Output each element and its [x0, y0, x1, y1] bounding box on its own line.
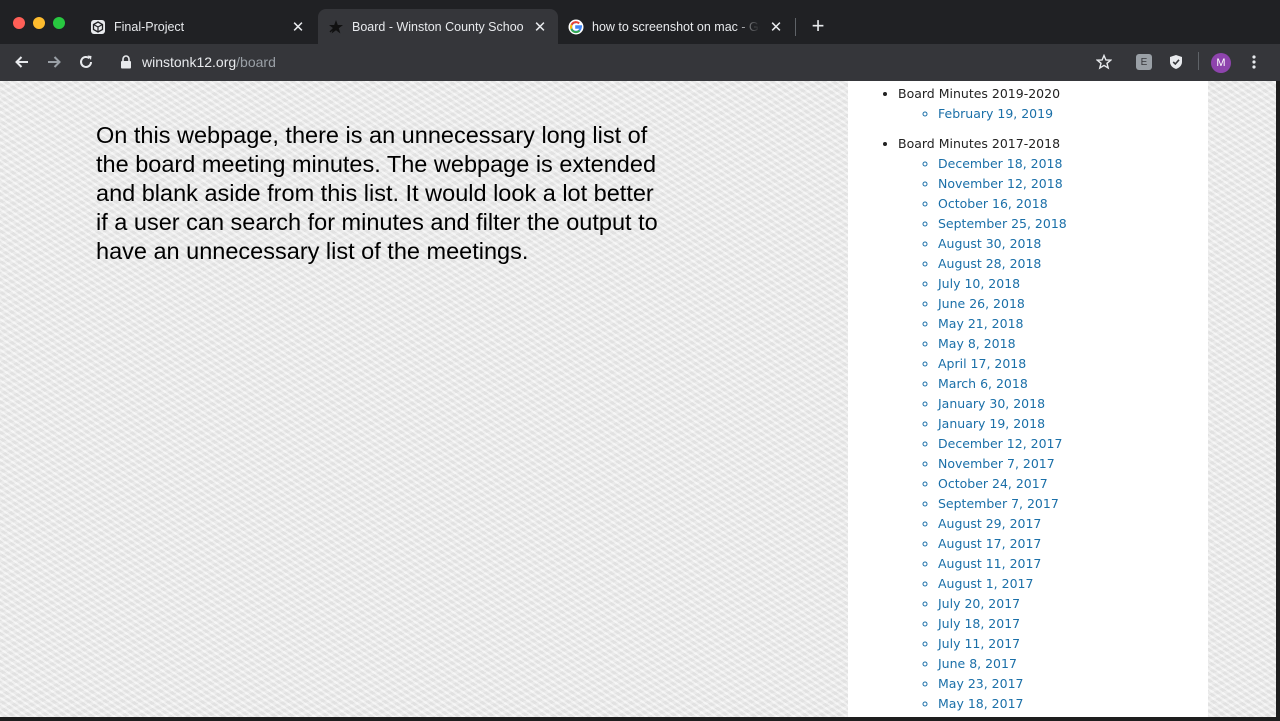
minutes-date-link[interactable]: November 7, 2017	[938, 454, 1067, 474]
minutes-date-link[interactable]: May 8, 2018	[938, 334, 1067, 354]
minutes-date-link[interactable]: August 28, 2018	[938, 254, 1067, 274]
tab-google-search[interactable]: how to screenshot on mac - Goo ✕	[558, 9, 794, 44]
reload-button[interactable]	[76, 52, 96, 72]
browser-toolbar: winstonk12.org/board E	[0, 44, 1280, 81]
profile-avatar[interactable]: M	[1211, 53, 1231, 73]
extension-icon[interactable]: E	[1136, 54, 1152, 70]
window-edge	[1276, 81, 1280, 721]
close-icon[interactable]: ✕	[290, 19, 306, 36]
minutes-year-heading: Board Minutes 2017-2018	[898, 136, 1061, 151]
minutes-date-link[interactable]: August 17, 2017	[938, 534, 1067, 554]
back-button[interactable]	[12, 52, 32, 72]
tab-title: Final-Project	[114, 19, 185, 34]
minutes-date-link[interactable]: January 19, 2018	[938, 414, 1067, 434]
fullscreen-window-button[interactable]	[53, 17, 65, 29]
minutes-year-list: Board Minutes 2019-2020 February 19, 2019…	[848, 84, 1067, 717]
toolbar-divider	[1198, 52, 1199, 70]
minutes-year-item: Board Minutes 2019-2020 February 19, 2019	[898, 84, 1067, 124]
reload-icon	[80, 55, 92, 68]
close-window-button[interactable]	[13, 17, 25, 29]
minutes-year-item: Board Minutes 2017-2018 December 18, 2018…	[898, 134, 1067, 714]
lock-icon[interactable]	[116, 52, 136, 72]
minutes-date-link[interactable]: September 25, 2018	[938, 214, 1067, 234]
minutes-date-link[interactable]: October 16, 2018	[938, 194, 1067, 214]
minutes-date-link[interactable]: September 7, 2017	[938, 494, 1067, 514]
minutes-date-link[interactable]: May 23, 2017	[938, 674, 1067, 694]
bookmark-star-button[interactable]	[1094, 52, 1114, 72]
tab-title: Board - Winston County Schools	[352, 19, 524, 34]
minutes-date-link[interactable]: August 1, 2017	[938, 574, 1067, 594]
minutes-date-link[interactable]: June 8, 2017	[938, 654, 1067, 674]
minutes-date-link[interactable]: August 11, 2017	[938, 554, 1067, 574]
address-bar[interactable]: winstonk12.org/board	[142, 54, 276, 70]
menu-kebab-button[interactable]	[1244, 52, 1264, 72]
minutes-date-link[interactable]: July 20, 2017	[938, 594, 1067, 614]
minutes-date-list: December 18, 2018November 12, 2018Octobe…	[898, 154, 1067, 714]
minutes-date-link[interactable]: December 12, 2017	[938, 434, 1067, 454]
google-g-icon	[568, 19, 584, 35]
minutes-date-link[interactable]: May 21, 2018	[938, 314, 1067, 334]
close-icon[interactable]: ✕	[768, 19, 784, 36]
minutes-date-link[interactable]: June 26, 2018	[938, 294, 1067, 314]
arrow-right-icon	[48, 56, 61, 68]
tab-strip: Final-Project ✕ Board - Winston County S…	[0, 0, 1280, 44]
page-viewport: On this webpage, there is an unnecessary…	[0, 81, 1276, 717]
tab-title: how to screenshot on mac - Goo	[592, 19, 760, 34]
minutes-date-list: February 19, 2019	[898, 104, 1067, 124]
arrow-left-icon	[15, 56, 28, 68]
forward-button[interactable]	[44, 52, 64, 72]
window-edge-bottom	[0, 717, 1280, 721]
minutes-date-link[interactable]: October 24, 2017	[938, 474, 1067, 494]
board-minutes-panel: Board Minutes 2019-2020 February 19, 2019…	[848, 81, 1208, 717]
minutes-date-link[interactable]: July 11, 2017	[938, 634, 1067, 654]
minutes-date-link[interactable]: July 10, 2018	[938, 274, 1067, 294]
minutes-date-link[interactable]: November 12, 2018	[938, 174, 1067, 194]
star-outline-icon	[1096, 54, 1112, 70]
minutes-date-link[interactable]: January 30, 2018	[938, 394, 1067, 414]
minutes-date-link[interactable]: August 29, 2017	[938, 514, 1067, 534]
more-vertical-icon	[1252, 55, 1256, 69]
star-logo-icon	[328, 19, 344, 35]
minutes-date-link[interactable]: July 18, 2017	[938, 614, 1067, 634]
tab-board-winston[interactable]: Board - Winston County Schools ✕	[318, 9, 558, 44]
close-icon[interactable]: ✕	[532, 19, 548, 36]
minutes-year-heading: Board Minutes 2019-2020	[898, 86, 1061, 101]
minutes-date-link[interactable]: December 18, 2018	[938, 154, 1067, 174]
minimize-window-button[interactable]	[33, 17, 45, 29]
url-path: /board	[236, 54, 276, 70]
minutes-date-link[interactable]: April 17, 2018	[938, 354, 1067, 374]
minutes-date-link[interactable]: March 6, 2018	[938, 374, 1067, 394]
tab-final-project[interactable]: Final-Project ✕	[80, 9, 316, 44]
minutes-date-link[interactable]: August 30, 2018	[938, 234, 1067, 254]
shield-icon[interactable]	[1168, 54, 1184, 70]
new-tab-button[interactable]: +	[808, 15, 828, 37]
minutes-date-link[interactable]: May 18, 2017	[938, 694, 1067, 714]
codesandbox-icon	[90, 19, 106, 35]
minutes-date-link[interactable]: February 19, 2019	[938, 104, 1067, 124]
url-host: winstonk12.org	[142, 54, 237, 70]
annotation-text: On this webpage, there is an unnecessary…	[96, 122, 658, 264]
tab-separator	[795, 18, 796, 36]
